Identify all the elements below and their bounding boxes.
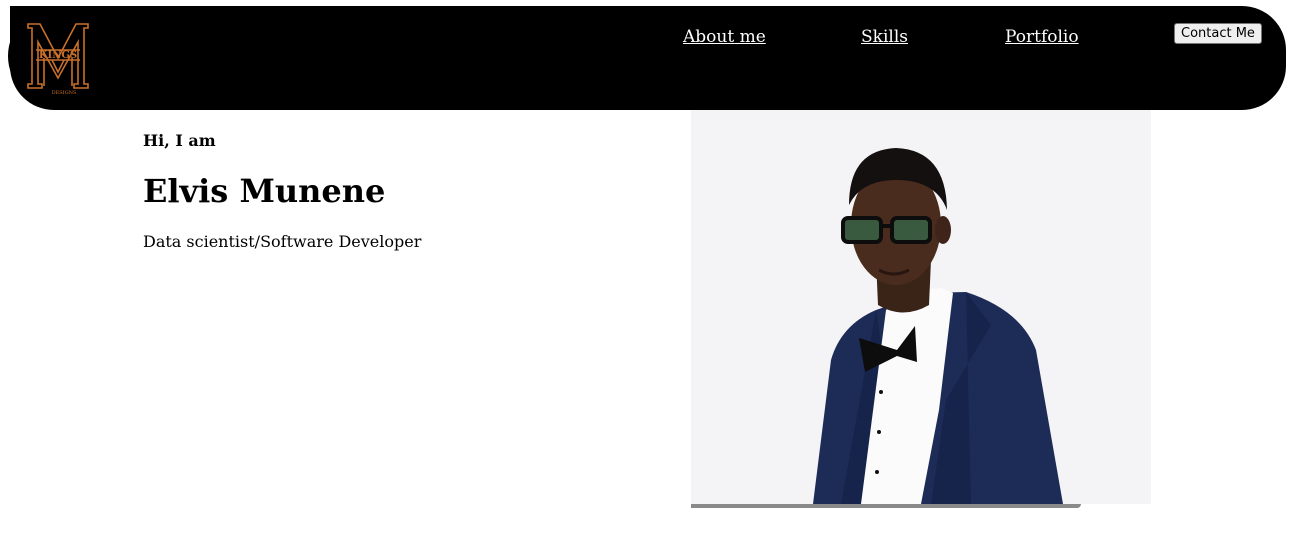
nav-link-about[interactable]: About me bbox=[683, 27, 766, 47]
hero-name: Elvis Munene bbox=[143, 172, 386, 210]
portrait-photo bbox=[691, 110, 1151, 504]
top-navbar: About me Skills Portfolio Contact Me bbox=[10, 6, 1286, 110]
contact-me-button[interactable]: Contact Me bbox=[1174, 23, 1262, 44]
hero-greeting: Hi, I am bbox=[143, 131, 216, 150]
nav-link-portfolio[interactable]: Portfolio bbox=[1005, 27, 1079, 47]
logo-text-designs: DESIGNS bbox=[52, 90, 77, 96]
photo-shadow bbox=[691, 504, 1081, 508]
nav-link-skills[interactable]: Skills bbox=[861, 27, 908, 47]
kings-designs-logo-icon[interactable]: KINGS DESIGNS bbox=[8, 6, 108, 106]
hero-role: Data scientist/Software Developer bbox=[143, 232, 422, 251]
logo-text-kings: KINGS bbox=[39, 50, 77, 61]
